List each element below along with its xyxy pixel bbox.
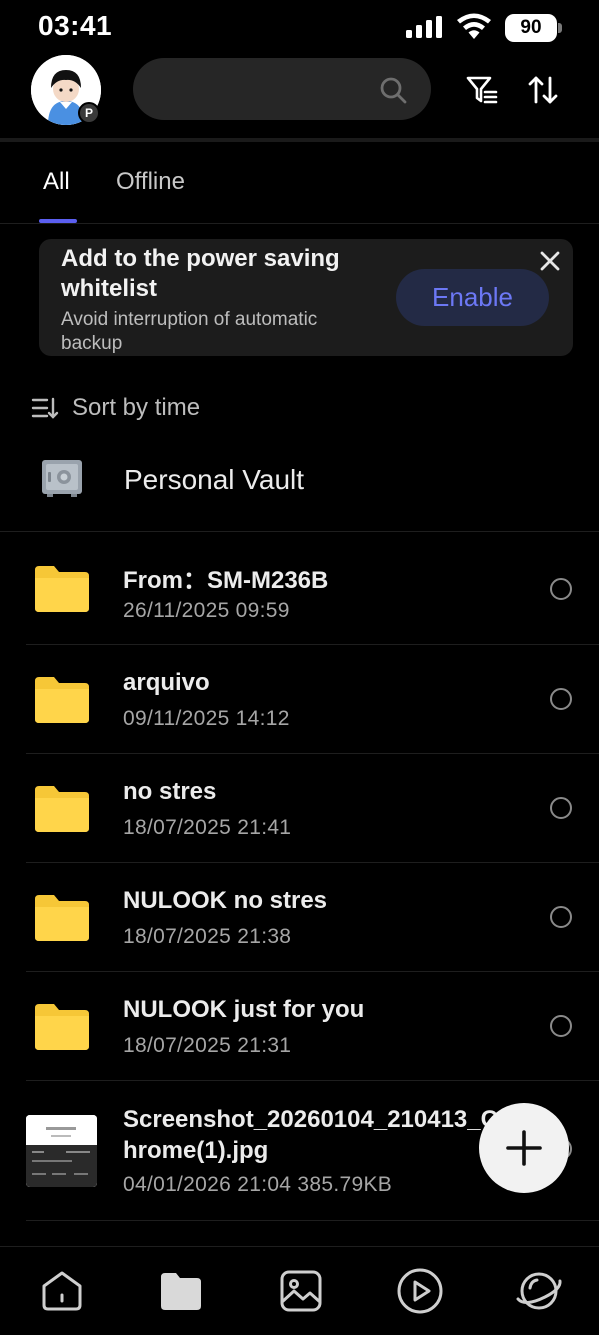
item-title-continued: hrome(1).jpg [123,1137,269,1164]
item-title: arquivo [123,669,210,696]
files-icon[interactable] [159,1269,203,1313]
tab-active-indicator [39,219,77,223]
item-title: NULOOK just for you [123,996,365,1023]
item-date: 18/07/2025 21:38 [123,925,292,948]
list-item[interactable]: NULOOK just for you 18/07/2025 21:31 [26,972,599,1081]
personal-vault-label: Personal Vault [124,464,305,495]
item-date: 26/11/2025 09:59 [123,599,290,622]
photos-icon[interactable] [279,1269,323,1313]
folder-icon [35,566,89,612]
add-button[interactable] [479,1103,569,1193]
item-date: 18/07/2025 21:41 [123,816,292,839]
select-radio[interactable] [550,688,572,710]
personal-vault-row[interactable]: Personal Vault [0,440,599,532]
folder-icon [35,677,89,723]
list-item[interactable]: arquivo 09/11/2025 14:12 [26,645,599,754]
sort-order-icon[interactable] [528,75,558,105]
item-title: From：SM-M236B [123,567,329,594]
select-radio[interactable] [550,578,572,600]
sort-list-icon [31,397,59,419]
banner-title: Add to the power saving whitelist [61,245,340,302]
item-title: no stres [123,778,217,805]
sort-label: Sort by time [72,394,201,421]
status-time: 03:41 [38,10,113,41]
filter-icon[interactable] [466,75,498,105]
battery-icon: 90 [505,14,562,42]
item-date: 09/11/2025 14:12 [123,707,290,730]
status-bar: 03:41 90 [0,0,599,52]
tab-offline[interactable]: Offline [116,168,185,196]
discover-icon[interactable] [515,1267,563,1315]
select-radio[interactable] [550,797,572,819]
folder-icon [35,895,89,941]
close-icon[interactable] [539,250,561,272]
tab-bar: All Offline [0,150,599,224]
battery-level: 90 [505,14,557,42]
avatar-premium-badge: P [78,102,100,124]
plus-icon [506,1130,542,1166]
item-date-size: 04/01/2026 21:04 385.79KB [123,1173,393,1196]
safe-icon [42,460,82,497]
folder-icon [35,1004,89,1050]
top-bar: P [0,52,599,140]
search-input[interactable] [133,58,431,120]
power-saving-banner: Add to the power saving whitelist Avoid … [39,239,573,356]
item-date: 18/07/2025 21:31 [123,1034,292,1057]
header-divider [0,138,599,142]
bottom-navigation [0,1246,599,1335]
enable-button[interactable]: Enable [396,269,549,326]
select-radio[interactable] [550,906,572,928]
cellular-signal-icon [406,16,442,38]
folder-icon [35,786,89,832]
tab-all[interactable]: All [43,168,70,196]
home-icon[interactable] [40,1269,84,1313]
image-thumbnail [26,1115,97,1187]
search-icon[interactable] [379,76,407,104]
banner-subtitle: Avoid interruption of automatic backup [61,309,318,354]
list-item[interactable]: NULOOK no stres 18/07/2025 21:38 [26,863,599,972]
list-item[interactable]: From：SM-M236B 26/11/2025 09:59 [26,533,599,645]
wifi-icon [457,13,491,39]
select-radio[interactable] [550,1015,572,1037]
video-icon[interactable] [396,1267,444,1315]
item-title: Screenshot_20260104_210413_C [123,1106,498,1133]
item-title: NULOOK no stres [123,887,328,914]
list-item[interactable]: no stres 18/07/2025 21:41 [26,754,599,863]
